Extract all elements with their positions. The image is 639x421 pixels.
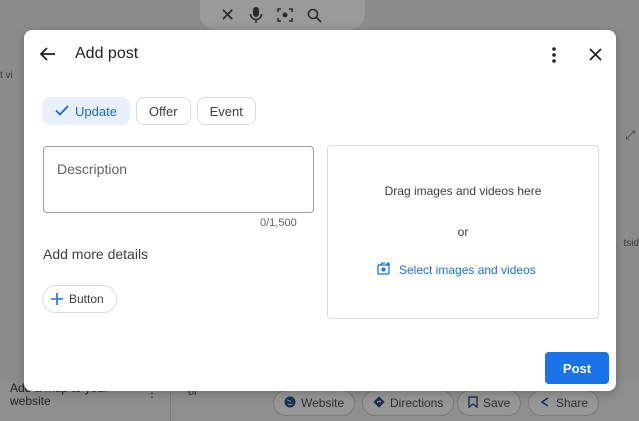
tab-event-label: Event [209, 103, 243, 119]
directions-icon [373, 395, 385, 411]
share-chip: Share [528, 390, 600, 416]
description-input[interactable]: Description [43, 146, 314, 213]
background-search-bar: ✕ [200, 0, 365, 30]
search-icon [307, 8, 322, 23]
add-more-details-heading: Add more details [43, 246, 149, 262]
tab-offer-label: Offer [148, 103, 178, 119]
media-drop-zone[interactable]: Drag images and videos here or Select im… [327, 145, 599, 319]
add-post-dialog: Add post Update Offer Event Description … [24, 30, 616, 391]
background-right-text: tsid [623, 238, 639, 249]
tab-offer[interactable]: Offer [135, 97, 191, 125]
website-chip-label: Website [301, 396, 345, 410]
post-type-tabs: Update Offer Event [42, 97, 256, 125]
add-button-label: Button [69, 292, 104, 306]
select-media-link[interactable]: Select images and videos [377, 262, 536, 278]
post-button[interactable]: Post [545, 352, 609, 384]
close-icon[interactable] [584, 43, 606, 65]
microphone-icon [249, 6, 263, 24]
share-chip-label: Share [556, 396, 589, 410]
directions-chip: Directions [362, 390, 455, 416]
globe-icon [284, 396, 296, 411]
directions-chip-label: Directions [390, 396, 444, 410]
character-counter: 0/1,500 [260, 217, 297, 229]
expand-icon: ⤢ [625, 128, 635, 142]
add-button-chip[interactable]: Button [42, 285, 117, 313]
or-text: or [457, 225, 469, 239]
share-icon [539, 396, 551, 411]
dialog-title: Add post [75, 45, 139, 62]
select-media-label: Select images and videos [399, 263, 536, 277]
tab-update[interactable]: Update [42, 97, 130, 125]
lens-icon [277, 7, 293, 23]
add-photo-icon [377, 262, 391, 278]
drag-media-text: Drag images and videos here [384, 184, 542, 198]
description-placeholder: Description [57, 161, 128, 177]
save-chip: Save [457, 390, 522, 416]
background-left-text: t vi [0, 70, 13, 81]
back-arrow-icon[interactable] [37, 43, 59, 65]
plus-icon [51, 290, 63, 308]
tab-update-label: Update [75, 103, 117, 119]
tab-event[interactable]: Event [196, 97, 256, 125]
save-chip-label: Save [483, 396, 511, 410]
check-icon [55, 104, 69, 119]
bookmark-icon [468, 395, 478, 411]
more-options-icon[interactable] [544, 44, 564, 66]
website-chip: Website [273, 390, 356, 416]
clear-icon: ✕ [220, 4, 236, 25]
